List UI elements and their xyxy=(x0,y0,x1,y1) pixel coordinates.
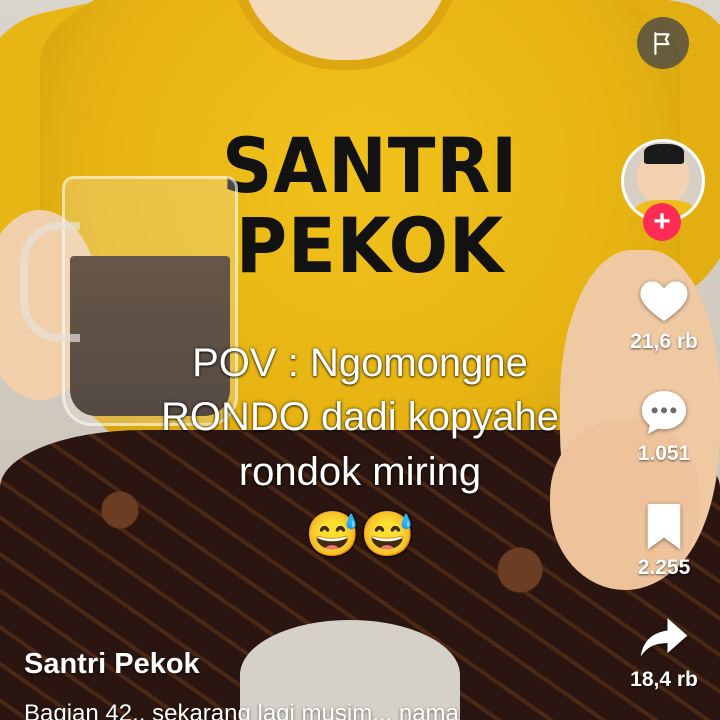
like-button[interactable]: 21,6 rb xyxy=(612,272,716,354)
shirt-print: SANTRI PEKOK xyxy=(190,128,550,284)
caption-line2: RONDO dadi kopyahe xyxy=(161,395,559,440)
author-name[interactable]: Santri Pekok xyxy=(24,648,200,681)
flag-icon xyxy=(654,32,670,55)
plus-icon: + xyxy=(653,205,671,238)
caption-line1: POV : Ngomongne xyxy=(192,341,528,385)
save-button[interactable]: 2.255 xyxy=(612,498,716,580)
comment-icon xyxy=(641,391,687,435)
comment-count: 1.051 xyxy=(637,442,691,465)
heart-icon xyxy=(640,281,688,321)
avatar-cap xyxy=(644,144,684,164)
bookmark-icon xyxy=(647,503,681,550)
like-count: 21,6 rb xyxy=(630,330,698,353)
caption-line3: rondok miring xyxy=(238,449,482,494)
share-arrow-icon xyxy=(640,618,688,657)
shirt-print-line1: SANTRI xyxy=(221,121,519,210)
shirt-print-line2: PEKOK xyxy=(235,201,505,290)
share-button[interactable]: 18,4 rb xyxy=(612,610,716,692)
share-count: 18,4 rb xyxy=(630,668,698,691)
comment-button[interactable]: 1.051 xyxy=(612,384,716,466)
glass-handle xyxy=(20,222,80,342)
caption-emoji: 😅😅 xyxy=(305,510,415,560)
video-caption: POV : Ngomongne RONDO dadi kopyahe rondo… xyxy=(120,336,600,565)
follow-button[interactable]: + xyxy=(643,203,681,241)
report-button[interactable] xyxy=(637,17,689,69)
save-count: 2.255 xyxy=(637,556,691,579)
video-description[interactable]: Bagian 42.. sekarang lagi musim... nama xyxy=(24,700,604,720)
